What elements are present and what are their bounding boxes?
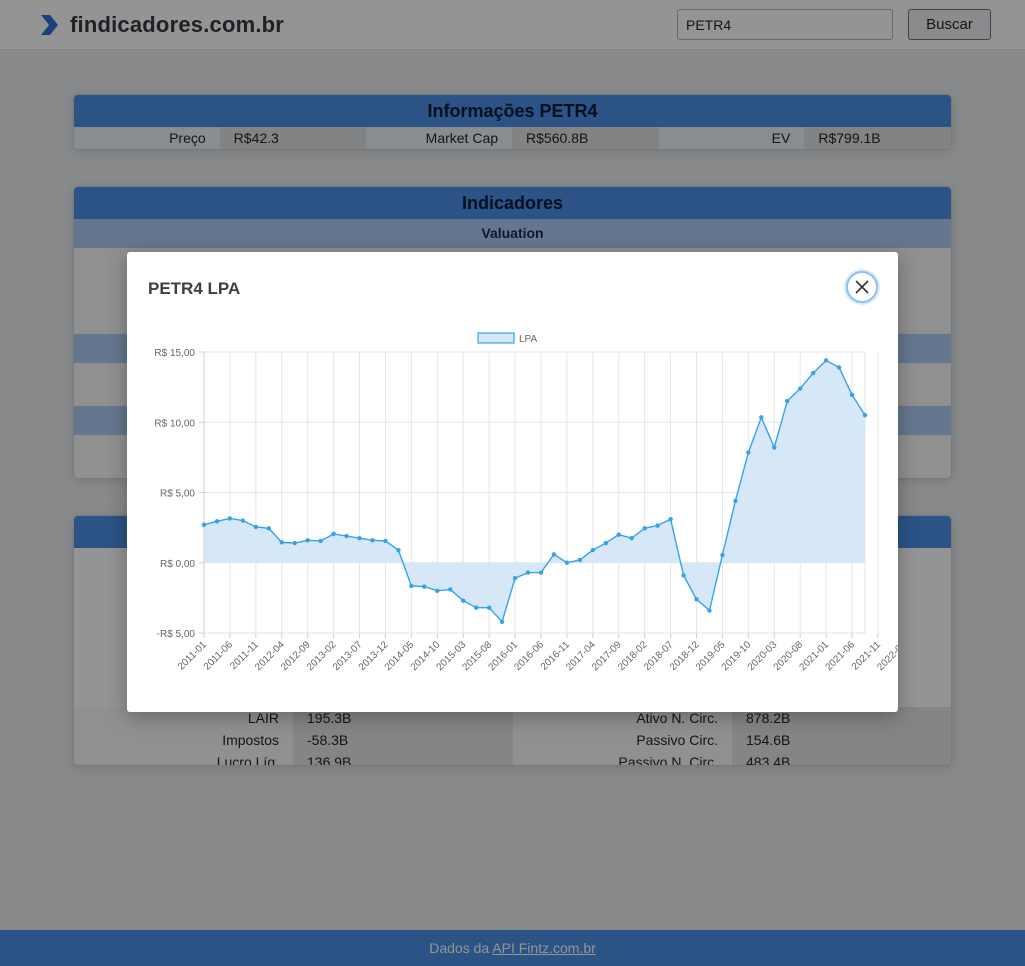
data-point bbox=[668, 516, 673, 522]
legend-swatch bbox=[477, 332, 515, 344]
series-area-fill bbox=[204, 360, 865, 622]
data-point bbox=[694, 597, 699, 602]
data-point bbox=[473, 605, 479, 610]
data-point bbox=[512, 576, 518, 581]
y-tick-label: R$ 15,00 bbox=[154, 348, 195, 359]
data-point bbox=[707, 608, 712, 613]
data-point bbox=[797, 386, 803, 391]
data-point bbox=[655, 523, 660, 528]
data-point bbox=[551, 552, 557, 557]
legend-label: LPA bbox=[519, 334, 537, 345]
data-point bbox=[279, 540, 284, 545]
data-point bbox=[642, 526, 647, 531]
data-point bbox=[785, 398, 790, 404]
chart-legend: LPA bbox=[477, 332, 537, 345]
data-point bbox=[370, 538, 375, 543]
data-point bbox=[201, 522, 207, 528]
data-point bbox=[461, 598, 466, 603]
y-tick-label: R$ 10,00 bbox=[154, 418, 195, 429]
data-point bbox=[681, 573, 686, 578]
data-point bbox=[331, 531, 336, 537]
data-point bbox=[823, 358, 829, 363]
data-point bbox=[253, 524, 259, 530]
data-point bbox=[499, 619, 505, 624]
data-point bbox=[590, 547, 596, 553]
data-point bbox=[409, 583, 414, 589]
y-tick-label: -R$ 5,00 bbox=[157, 629, 196, 640]
data-point bbox=[422, 584, 427, 589]
y-tick-label: R$ 5,00 bbox=[160, 489, 195, 500]
data-point bbox=[305, 538, 310, 543]
data-point bbox=[266, 526, 272, 531]
data-point bbox=[396, 547, 401, 553]
data-point bbox=[810, 370, 816, 376]
data-point bbox=[525, 570, 531, 575]
data-point bbox=[836, 365, 842, 370]
data-point bbox=[538, 570, 544, 575]
data-point bbox=[746, 450, 751, 455]
data-point bbox=[357, 535, 362, 541]
data-point bbox=[720, 552, 725, 558]
lpa-area-chart: R$ 15,00R$ 10,00R$ 5,00R$ 0,00-R$ 5,0020… bbox=[154, 332, 898, 673]
data-point bbox=[603, 540, 608, 546]
data-point bbox=[759, 415, 764, 420]
data-point bbox=[292, 540, 297, 546]
data-point bbox=[318, 538, 323, 544]
data-point bbox=[383, 538, 388, 544]
data-point bbox=[616, 532, 621, 537]
data-point bbox=[486, 605, 492, 610]
data-point bbox=[435, 588, 440, 594]
data-point bbox=[772, 445, 777, 450]
data-point bbox=[448, 587, 453, 592]
data-point bbox=[629, 535, 634, 541]
y-tick-label: R$ 0,00 bbox=[160, 559, 195, 570]
chart-series-area bbox=[203, 359, 866, 624]
data-point bbox=[733, 498, 738, 504]
data-point bbox=[862, 413, 868, 418]
lpa-chart-modal: PETR4 LPA R$ 15,00 R$ 10,00 R$ 5,00 R$ 0,00… bbox=[127, 252, 898, 712]
data-point bbox=[227, 516, 233, 521]
data-point bbox=[564, 560, 570, 565]
data-point bbox=[849, 392, 855, 398]
data-point bbox=[214, 519, 220, 524]
data-point bbox=[344, 533, 349, 539]
data-point bbox=[240, 518, 246, 523]
data-point bbox=[577, 557, 583, 563]
